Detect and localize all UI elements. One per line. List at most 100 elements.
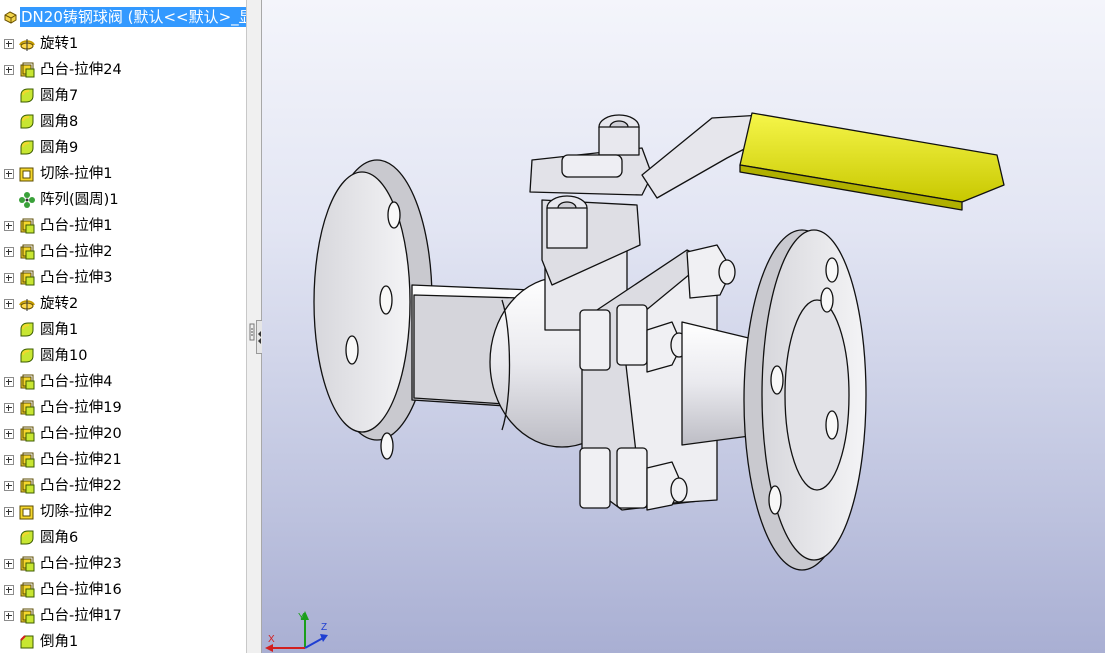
expand-icon[interactable] <box>4 429 14 439</box>
tree-item[interactable]: 切除-拉伸1 <box>0 161 246 187</box>
tree-item[interactable]: 凸台-拉伸22 <box>0 473 246 499</box>
boss-extrude-icon <box>18 399 36 417</box>
expand-icon[interactable] <box>4 247 14 257</box>
boss-extrude-icon <box>18 477 36 495</box>
tree-item-label: 凸台-拉伸1 <box>40 218 113 234</box>
tree-item-label: 凸台-拉伸3 <box>40 270 113 286</box>
tree-item-label: 切除-拉伸1 <box>40 166 113 182</box>
chamfer-icon <box>18 633 36 651</box>
tree-item[interactable]: 圆角1 <box>0 317 246 343</box>
tree-item[interactable]: 凸台-拉伸1 <box>0 213 246 239</box>
expand-icon[interactable] <box>4 273 14 283</box>
tree-item[interactable]: 凸台-拉伸16 <box>0 577 246 603</box>
boss-extrude-icon <box>18 451 36 469</box>
tree-item-label: 圆角8 <box>40 114 79 130</box>
tree-root[interactable]: DN20铸钢球阀 (默认<<默认>_显 <box>0 0 246 34</box>
expand-icon[interactable] <box>4 455 14 465</box>
tree-item-label: 凸台-拉伸4 <box>40 374 113 390</box>
tree-item[interactable]: 凸台-拉伸2 <box>0 239 246 265</box>
expand-icon[interactable] <box>4 377 14 387</box>
fillet-icon <box>18 347 36 365</box>
cut-extrude-icon <box>18 503 36 521</box>
tree-item-label: 凸台-拉伸24 <box>40 62 122 78</box>
right-flange-bore <box>784 299 850 491</box>
triad-y-label: Y <box>298 612 305 623</box>
tree-item[interactable]: 圆角6 <box>0 525 246 551</box>
expand-icon[interactable] <box>4 169 14 179</box>
expand-icon[interactable] <box>4 611 14 621</box>
triad-z-label: Z <box>321 622 327 633</box>
tree-item-label: 阵列(圆周)1 <box>40 192 119 208</box>
tree-item-label: 凸台-拉伸2 <box>40 244 113 260</box>
tree-item[interactable]: 旋转1 <box>0 31 246 57</box>
tree-item[interactable]: 凸台-拉伸17 <box>0 603 246 629</box>
boss-extrude-icon <box>18 217 36 235</box>
expand-icon[interactable] <box>4 507 14 517</box>
revolve-icon <box>18 35 36 53</box>
tree-item[interactable]: 凸台-拉伸24 <box>0 57 246 83</box>
tree-item-label: 圆角9 <box>40 140 79 156</box>
tree-item[interactable]: 凸台-拉伸4 <box>0 369 246 395</box>
tree-item-label: 凸台-拉伸21 <box>40 452 122 468</box>
tree-item[interactable]: 圆角7 <box>0 83 246 109</box>
boss-extrude-icon <box>18 243 36 261</box>
tree-item[interactable]: 切除-拉伸2 <box>0 499 246 525</box>
fillet-icon <box>18 113 36 131</box>
expand-icon[interactable] <box>4 299 14 309</box>
tree-item-label: 切除-拉伸2 <box>40 504 113 520</box>
cut-extrude-icon <box>18 165 36 183</box>
boss-extrude-icon <box>18 581 36 599</box>
tree-item[interactable]: 圆角10 <box>0 343 246 369</box>
boss-extrude-icon <box>18 61 36 79</box>
expand-icon[interactable] <box>4 559 14 569</box>
tree-item[interactable]: 倒角1 <box>0 629 246 653</box>
tree-item[interactable]: 旋转2 <box>0 291 246 317</box>
tree-item[interactable]: 阵列(圆周)1 <box>0 187 246 213</box>
tree-item[interactable]: 圆角9 <box>0 135 246 161</box>
boss-extrude-icon <box>18 607 36 625</box>
circular-pattern-icon <box>18 191 36 209</box>
fillet-icon <box>18 529 36 547</box>
fillet-icon <box>18 139 36 157</box>
feature-manager-tree: DN20铸钢球阀 (默认<<默认>_显 旋转1 凸台-拉伸24 圆角7 圆角8 圆角9 切… <box>0 0 246 653</box>
tree-item-label: 凸台-拉伸19 <box>40 400 122 416</box>
fillet-icon <box>18 87 36 105</box>
expand-icon[interactable] <box>4 585 14 595</box>
tree-item[interactable]: 凸台-拉伸3 <box>0 265 246 291</box>
fillet-icon <box>18 321 36 339</box>
tree-item-label: 凸台-拉伸22 <box>40 478 122 494</box>
expand-icon[interactable] <box>4 221 14 231</box>
tree-item[interactable]: 凸台-拉伸19 <box>0 395 246 421</box>
tree-item-label: 圆角10 <box>40 348 88 364</box>
tree-item-label: 旋转1 <box>40 36 79 52</box>
boss-extrude-icon <box>18 269 36 287</box>
triad-x-label: X <box>268 634 275 645</box>
ball-valve-model[interactable] <box>262 0 1105 653</box>
graphics-area[interactable]: Y X Z <box>262 0 1105 653</box>
part-title[interactable]: DN20铸钢球阀 (默认<<默认>_显 <box>20 7 246 27</box>
tree-item-label: 旋转2 <box>40 296 79 312</box>
tree-item[interactable]: 凸台-拉伸21 <box>0 447 246 473</box>
tree-item-label: 圆角6 <box>40 530 79 546</box>
boss-extrude-icon <box>18 373 36 391</box>
tree-item-label: 圆角7 <box>40 88 79 104</box>
expand-icon[interactable] <box>4 65 14 75</box>
revolve-icon <box>18 295 36 313</box>
tree-item-label: 凸台-拉伸16 <box>40 582 122 598</box>
tree-item-label: 凸台-拉伸23 <box>40 556 122 572</box>
tree-item-label: 圆角1 <box>40 322 79 338</box>
tree-item[interactable]: 凸台-拉伸23 <box>0 551 246 577</box>
tree-item[interactable]: 凸台-拉伸20 <box>0 421 246 447</box>
tree-item-label: 凸台-拉伸17 <box>40 608 122 624</box>
boss-extrude-icon <box>18 425 36 443</box>
boss-extrude-icon <box>18 555 36 573</box>
tree-item-label: 凸台-拉伸20 <box>40 426 122 442</box>
view-triad[interactable]: Y X Z <box>265 608 335 653</box>
expand-icon[interactable] <box>4 39 14 49</box>
expand-icon[interactable] <box>4 481 14 491</box>
part-icon <box>4 11 17 24</box>
expand-icon[interactable] <box>4 403 14 413</box>
panel-splitter[interactable] <box>246 0 263 653</box>
tree-item[interactable]: 圆角8 <box>0 109 246 135</box>
tree-item-label: 倒角1 <box>40 634 79 650</box>
